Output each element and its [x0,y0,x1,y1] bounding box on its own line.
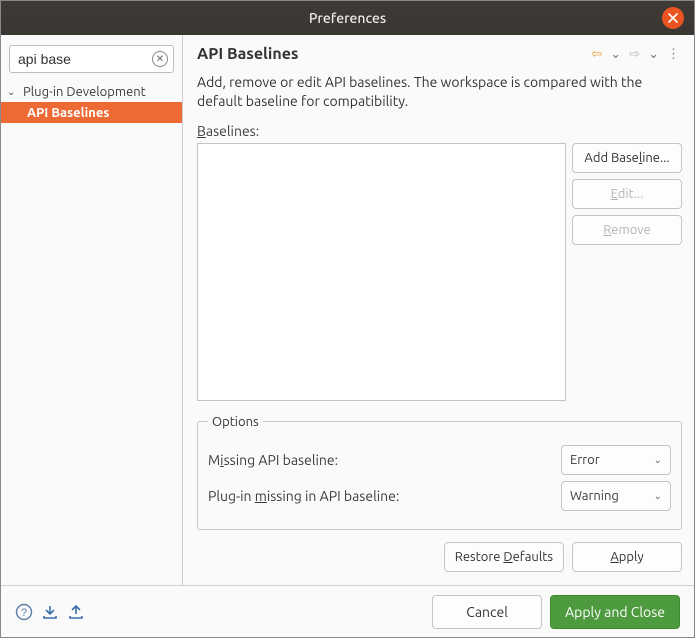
chevron-down-icon: ⌄ [654,490,662,502]
preferences-tree: ⌄ Plug-in Development API Baselines [1,79,182,585]
select-value: Warning [570,489,619,503]
clear-search-icon[interactable]: ✕ [152,51,168,67]
apply-and-close-button[interactable]: Apply and Close [550,595,680,629]
remove-button: Remove [572,215,682,245]
restore-defaults-button[interactable]: Restore Defaults [444,542,564,572]
back-history-dropdown[interactable]: ⌄ [608,47,623,62]
forward-history-dropdown[interactable]: ⌄ [646,47,661,62]
baselines-listbox[interactable] [197,143,566,401]
edit-button: Edit... [572,179,682,209]
tree-item-plugin-development[interactable]: ⌄ Plug-in Development [1,81,182,102]
page-description: Add, remove or edit API baselines. The w… [197,73,682,111]
sidebar: ✕ ⌄ Plug-in Development API Baselines [1,35,183,585]
tree-item-label: API Baselines [27,106,109,120]
add-baseline-button[interactable]: Add Baseline... [572,143,682,173]
help-icon[interactable]: ? [15,603,33,621]
tree-item-api-baselines[interactable]: API Baselines [1,102,182,123]
page-toolbar: ⇦ ⌄ ⇨ ⌄ ⋮ [589,47,682,62]
close-button[interactable] [662,7,684,29]
select-value: Error [570,453,600,467]
options-group: Options Missing API baseline: Error ⌄ Pl… [197,415,682,530]
svg-text:?: ? [21,607,27,619]
baselines-label: Baselines: [197,123,682,139]
back-icon[interactable]: ⇦ [589,47,604,62]
missing-baseline-select[interactable]: Error ⌄ [561,445,671,475]
options-legend: Options [208,415,263,429]
window-title: Preferences [309,10,386,26]
plugin-missing-select[interactable]: Warning ⌄ [561,481,671,511]
menu-icon[interactable]: ⋮ [665,47,682,62]
search-input[interactable] [9,45,174,73]
titlebar: Preferences [1,1,694,35]
forward-icon[interactable]: ⇨ [627,47,642,62]
import-icon[interactable] [41,603,59,621]
apply-button[interactable]: Apply [572,542,682,572]
export-icon[interactable] [67,603,85,621]
missing-baseline-label: Missing API baseline: [208,452,338,468]
chevron-down-icon: ⌄ [654,454,662,466]
cancel-button[interactable]: Cancel [432,595,542,629]
tree-item-label: Plug-in Development [23,85,146,99]
page-title: API Baselines [197,45,298,63]
plugin-missing-label: Plug-in missing in API baseline: [208,488,399,504]
chevron-down-icon: ⌄ [7,86,19,98]
